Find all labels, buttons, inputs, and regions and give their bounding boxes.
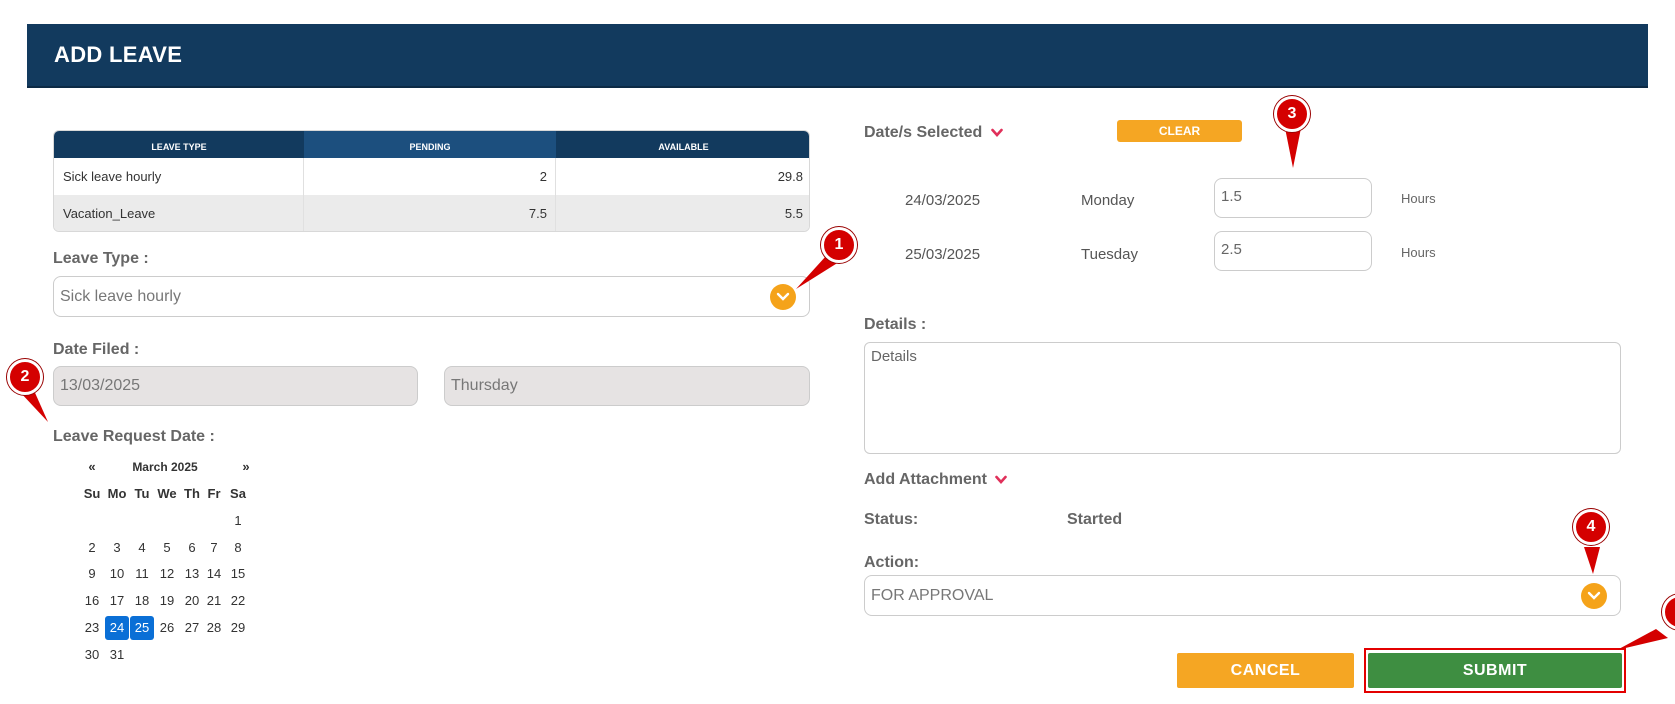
- details-textarea[interactable]: Details: [864, 342, 1621, 454]
- cell-available: 29.8: [777, 169, 803, 184]
- calendar-day[interactable]: 4: [130, 536, 154, 560]
- leave-type-value: Sick leave hourly: [60, 288, 181, 305]
- weekday-header: Mo: [107, 486, 127, 501]
- calendar-day[interactable]: 28: [202, 616, 226, 640]
- chevron-down-icon[interactable]: [770, 284, 796, 310]
- calendar-day[interactable]: 3: [105, 536, 129, 560]
- chevron-down-icon: [995, 475, 1008, 484]
- calendar-day[interactable]: 9: [80, 562, 104, 586]
- callout-marker-4: 4: [1573, 509, 1609, 545]
- selected-date: 25/03/2025: [905, 246, 981, 263]
- calendar-day[interactable]: 13: [180, 562, 204, 586]
- page-header: ADD LEAVE: [27, 24, 1648, 88]
- status-value: Started: [1067, 511, 1123, 528]
- callout-3-pointer: [1285, 128, 1301, 168]
- weekday-header: We: [157, 486, 177, 501]
- calendar-day[interactable]: 2: [80, 536, 104, 560]
- callout-marker-3: 3: [1274, 96, 1310, 132]
- calendar-day[interactable]: 31: [105, 643, 129, 667]
- leave-request-date-label: Leave Request Date :: [53, 428, 215, 445]
- weekday-header: Tu: [134, 486, 150, 501]
- cell-leave-type: Vacation_Leave: [54, 195, 304, 231]
- next-month-button[interactable]: »: [234, 455, 258, 479]
- date-filed-input: 13/03/2025: [53, 366, 418, 406]
- calendar-day[interactable]: 6: [180, 536, 204, 560]
- cell-leave-type: Sick leave hourly: [54, 158, 304, 195]
- calendar-day[interactable]: 20: [180, 589, 204, 613]
- leave-balance-table: LEAVE TYPE PENDING AVAILABLE Sick leave …: [53, 130, 810, 232]
- calendar-day[interactable]: 27: [180, 616, 204, 640]
- calendar-day[interactable]: 8: [226, 536, 250, 560]
- calendar-day[interactable]: 17: [105, 589, 129, 613]
- calendar-day[interactable]: 25: [130, 615, 154, 640]
- date-filed-day: Thursday: [444, 366, 810, 406]
- submit-button[interactable]: SUBMIT: [1368, 653, 1622, 688]
- page-title: ADD LEAVE: [54, 42, 183, 67]
- callout-marker-1: 1: [821, 227, 857, 263]
- hours-unit-label: Hours: [1401, 245, 1436, 260]
- chevron-down-icon: [990, 128, 1003, 137]
- calendar-day[interactable]: 5: [155, 536, 179, 560]
- dates-selected-toggle[interactable]: Date/s Selected: [864, 124, 1003, 142]
- calendar-day[interactable]: 19: [155, 589, 179, 613]
- cancel-button[interactable]: CANCEL: [1177, 653, 1354, 688]
- column-header-pending: PENDING: [304, 131, 556, 158]
- chevron-down-icon[interactable]: [1581, 583, 1607, 609]
- table-row: Sick leave hourly 2 29.8: [54, 158, 809, 195]
- callout-5-pointer: [1617, 629, 1668, 650]
- calendar-day[interactable]: 15: [226, 562, 250, 586]
- selected-date: 24/03/2025: [905, 192, 981, 209]
- calendar-day[interactable]: 11: [130, 562, 154, 586]
- weekday-header: Th: [184, 486, 200, 501]
- add-attachment-toggle[interactable]: Add Attachment: [864, 471, 1008, 489]
- status-label: Status:: [864, 511, 919, 528]
- calendar-day[interactable]: 18: [130, 589, 154, 613]
- hours-unit-label: Hours: [1401, 191, 1436, 206]
- calendar-day[interactable]: 26: [155, 616, 179, 640]
- leave-type-label: Leave Type :: [53, 250, 149, 267]
- callout-marker-2: 2: [7, 359, 43, 395]
- calendar-day[interactable]: 7: [202, 536, 226, 560]
- callout-4-pointer: [1584, 547, 1600, 574]
- add-attachment-label: Add Attachment: [864, 471, 987, 488]
- cell-pending: 7.5: [304, 195, 556, 231]
- weekday-header: Sa: [230, 486, 246, 501]
- cell-pending: 2: [304, 158, 556, 195]
- column-header-leave-type: LEAVE TYPE: [54, 131, 304, 158]
- action-label: Action:: [864, 554, 920, 571]
- hours-input[interactable]: 2.5: [1214, 231, 1372, 271]
- calendar-month-title[interactable]: March 2025: [110, 455, 220, 479]
- callout-marker-5: 5: [1662, 594, 1675, 630]
- calendar-day[interactable]: 29: [226, 616, 250, 640]
- calendar-day[interactable]: 22: [226, 589, 250, 613]
- selected-day: Monday: [1081, 192, 1135, 209]
- hours-input[interactable]: 1.5: [1214, 178, 1372, 218]
- calendar-day[interactable]: 23: [80, 616, 104, 640]
- column-header-available: AVAILABLE: [556, 131, 809, 158]
- action-value: FOR APPROVAL: [871, 587, 994, 604]
- calendar-day[interactable]: 14: [202, 562, 226, 586]
- selected-day: Tuesday: [1081, 246, 1138, 263]
- action-select[interactable]: FOR APPROVAL: [864, 575, 1621, 616]
- prev-month-button[interactable]: «: [80, 455, 104, 479]
- calendar-day[interactable]: 10: [105, 562, 129, 586]
- calendar-day[interactable]: 30: [80, 643, 104, 667]
- weekday-header: Fr: [207, 486, 221, 501]
- calendar-day[interactable]: 12: [155, 562, 179, 586]
- dates-selected-label: Date/s Selected: [864, 124, 983, 141]
- date-filed-label: Date Filed :: [53, 341, 140, 358]
- clear-button[interactable]: CLEAR: [1117, 120, 1242, 142]
- calendar-day[interactable]: 24: [105, 615, 129, 640]
- table-row: Vacation_Leave 7.5 5.5: [54, 195, 809, 231]
- leave-type-select[interactable]: Sick leave hourly: [53, 276, 810, 317]
- calendar-day[interactable]: 16: [80, 589, 104, 613]
- details-label: Details :: [864, 316, 927, 333]
- weekday-header: Su: [83, 486, 101, 501]
- calendar-day[interactable]: 21: [202, 589, 226, 613]
- calendar-day[interactable]: 1: [226, 509, 250, 533]
- cell-available: 5.5: [784, 206, 803, 221]
